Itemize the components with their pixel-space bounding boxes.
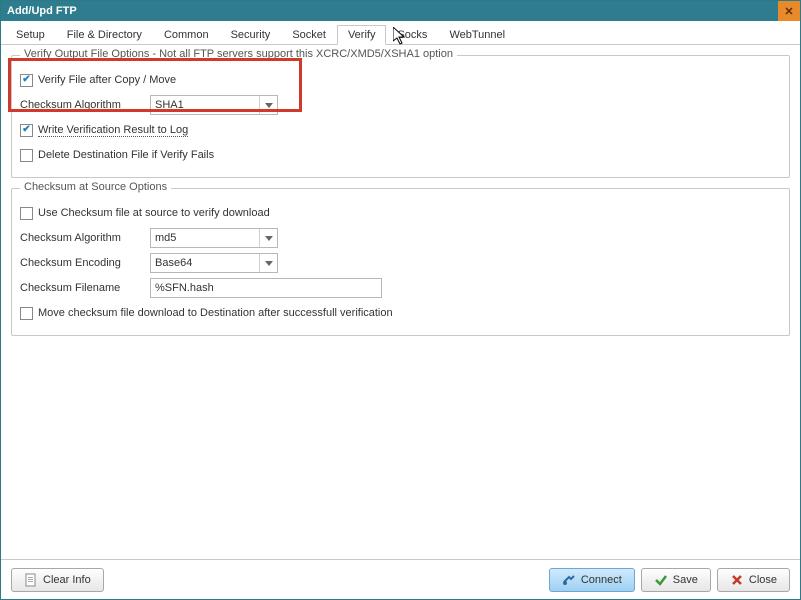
checksum-algo-value-2: md5 [151, 232, 259, 244]
write-log-checkbox[interactable] [20, 124, 33, 137]
use-checksum-label: Use Checksum file at source to verify do… [38, 207, 270, 219]
titlebar: Add/Upd FTP ✕ [1, 1, 800, 21]
write-log-label: Write Verification Result to Log [38, 124, 188, 137]
checksum-filename-label: Checksum Filename [20, 282, 150, 294]
close-icon [730, 573, 744, 587]
connect-label: Connect [581, 574, 622, 586]
checksum-algo-label-2: Checksum Algorithm [20, 232, 150, 244]
tab-setup[interactable]: Setup [5, 25, 56, 44]
document-icon [24, 573, 38, 587]
checksum-encoding-combo[interactable]: Base64 [150, 253, 278, 273]
window-close-button[interactable]: ✕ [778, 1, 800, 21]
tab-socks[interactable]: Socks [386, 25, 438, 44]
tab-security[interactable]: Security [220, 25, 282, 44]
clear-info-label: Clear Info [43, 574, 91, 586]
dialog-window: Add/Upd FTP ✕ Setup File & Directory Com… [0, 0, 801, 600]
checksum-algo-label-1: Checksum Algorithm [20, 99, 150, 111]
move-checksum-label: Move checksum file download to Destinati… [38, 307, 393, 319]
delete-fail-label: Delete Destination File if Verify Fails [38, 149, 214, 161]
tab-webtunnel[interactable]: WebTunnel [438, 25, 516, 44]
tab-socket[interactable]: Socket [281, 25, 337, 44]
verify-after-checkbox[interactable] [20, 74, 33, 87]
chevron-down-icon[interactable] [259, 254, 277, 272]
verify-output-legend: Verify Output File Options - Not all FTP… [20, 48, 457, 60]
verify-after-label: Verify File after Copy / Move [38, 74, 176, 86]
window-title: Add/Upd FTP [7, 5, 77, 17]
chevron-down-icon[interactable] [259, 229, 277, 247]
checksum-algo-combo-2[interactable]: md5 [150, 228, 278, 248]
connect-icon [562, 573, 576, 587]
clear-info-button[interactable]: Clear Info [11, 568, 104, 592]
tab-bar: Setup File & Directory Common Security S… [1, 21, 800, 45]
tab-file-directory[interactable]: File & Directory [56, 25, 153, 44]
checksum-source-legend: Checksum at Source Options [20, 181, 171, 193]
checksum-encoding-label: Checksum Encoding [20, 257, 150, 269]
check-icon [654, 573, 668, 587]
footer-bar: Clear Info Connect Save Close [1, 559, 800, 599]
tab-verify[interactable]: Verify [337, 25, 387, 45]
content-area: Setup File & Directory Common Security S… [1, 21, 800, 599]
checksum-algo-value-1: SHA1 [151, 99, 259, 111]
tab-body: Verify Output File Options - Not all FTP… [1, 45, 800, 336]
chevron-down-icon[interactable] [259, 96, 277, 114]
checksum-encoding-value: Base64 [151, 257, 259, 269]
tab-common[interactable]: Common [153, 25, 220, 44]
close-button[interactable]: Close [717, 568, 790, 592]
checksum-algo-combo-1[interactable]: SHA1 [150, 95, 278, 115]
close-label: Close [749, 574, 777, 586]
move-checksum-checkbox[interactable] [20, 307, 33, 320]
save-label: Save [673, 574, 698, 586]
save-button[interactable]: Save [641, 568, 711, 592]
checksum-source-group: Checksum at Source Options Use Checksum … [11, 188, 790, 336]
use-checksum-checkbox[interactable] [20, 207, 33, 220]
delete-fail-checkbox[interactable] [20, 149, 33, 162]
verify-output-group: Verify Output File Options - Not all FTP… [11, 55, 790, 178]
checksum-filename-input[interactable] [150, 278, 382, 298]
connect-button[interactable]: Connect [549, 568, 635, 592]
close-icon: ✕ [784, 5, 793, 18]
